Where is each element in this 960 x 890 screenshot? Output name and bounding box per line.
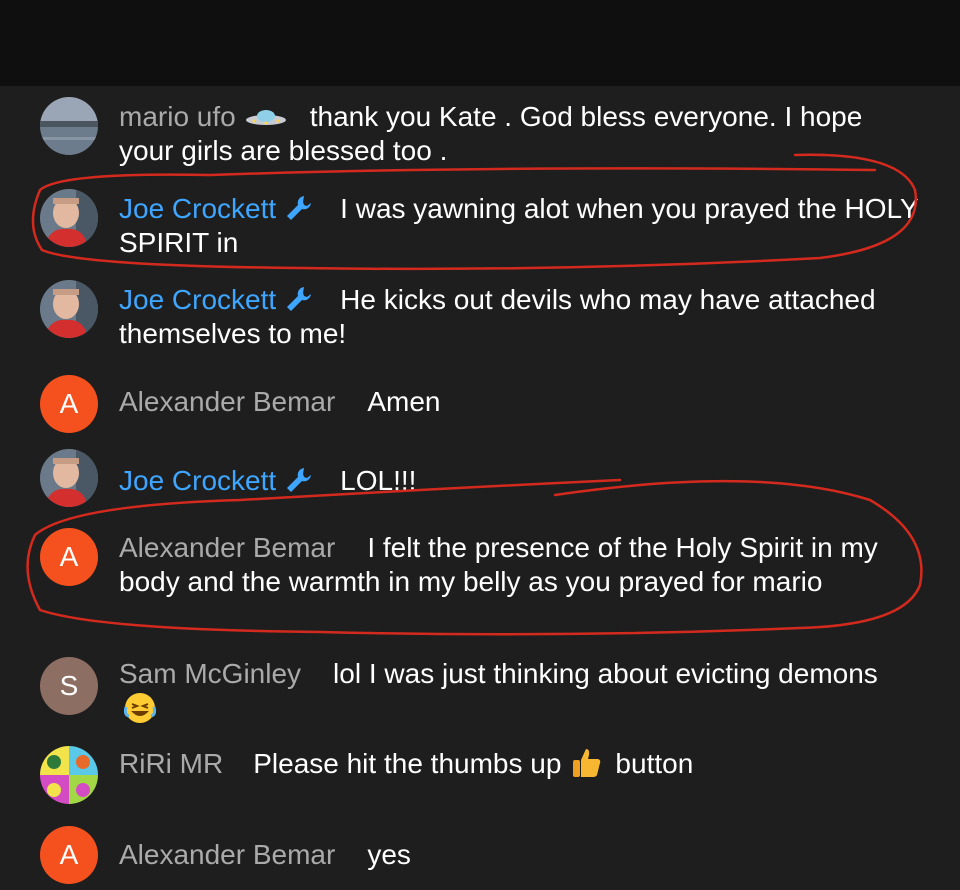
- message-text: Joe Crockett I was yawning alot when you …: [119, 192, 919, 260]
- live-chat-list[interactable]: mario ufo thank you Kate . God bless ever…: [0, 86, 960, 890]
- author-name[interactable]: Joe Crockett: [119, 465, 276, 496]
- message-body: lol I was just thinking about evicting d…: [333, 658, 878, 689]
- message-body: yes: [367, 839, 411, 870]
- avatar[interactable]: A: [40, 375, 98, 433]
- message-text: Sam McGinley lol I was just thinking abou…: [119, 657, 879, 726]
- avatar[interactable]: [40, 449, 98, 507]
- message-text: mario ufo thank you Kate . God bless ever…: [119, 100, 919, 168]
- top-bar: [0, 0, 960, 86]
- author-name[interactable]: RiRi MR: [119, 748, 223, 779]
- message-body: Please hit the thumbs up: [253, 748, 562, 779]
- avatar-letter: S: [59, 670, 79, 701]
- author-name[interactable]: Alexander Bemar: [119, 839, 335, 870]
- author-name[interactable]: Joe Crockett: [119, 284, 276, 315]
- avatar[interactable]: S: [40, 657, 98, 715]
- thumbs-up-emoji: [573, 749, 601, 777]
- laughing-emoji: [123, 693, 157, 723]
- message-text: Alexander Bemar I felt the presence of th…: [119, 531, 909, 599]
- avatar[interactable]: [40, 189, 98, 247]
- author-name[interactable]: Sam McGinley: [119, 658, 301, 689]
- avatar[interactable]: [40, 280, 98, 338]
- message-body: LOL!!!: [340, 465, 417, 496]
- message-text: Joe Crockett LOL!!!: [119, 464, 919, 498]
- author-name[interactable]: Alexander Bemar: [119, 532, 335, 563]
- message-text: RiRi MR Please hit the thumbs up button: [119, 746, 919, 781]
- wrench-icon: [287, 468, 312, 492]
- author-name[interactable]: mario ufo: [119, 101, 236, 132]
- message-text: Joe Crockett He kicks out devils who may …: [119, 283, 919, 351]
- message-text: Alexander Bemar yes: [119, 838, 919, 872]
- message-text: Alexander Bemar Amen: [119, 385, 919, 419]
- ufo-icon: [245, 110, 286, 125]
- avatar[interactable]: [40, 97, 98, 155]
- wrench-icon: [287, 287, 312, 311]
- avatar[interactable]: A: [40, 826, 98, 884]
- avatar[interactable]: [40, 746, 98, 804]
- avatar-letter: A: [59, 388, 79, 419]
- avatar-letter: A: [59, 541, 79, 572]
- author-name[interactable]: Alexander Bemar: [119, 386, 335, 417]
- wrench-icon: [287, 196, 312, 220]
- avatar[interactable]: A: [40, 528, 98, 586]
- author-name[interactable]: Joe Crockett: [119, 193, 276, 224]
- message-body-end: button: [615, 748, 694, 779]
- avatar-letter: A: [59, 839, 79, 870]
- message-body: Amen: [367, 386, 441, 417]
